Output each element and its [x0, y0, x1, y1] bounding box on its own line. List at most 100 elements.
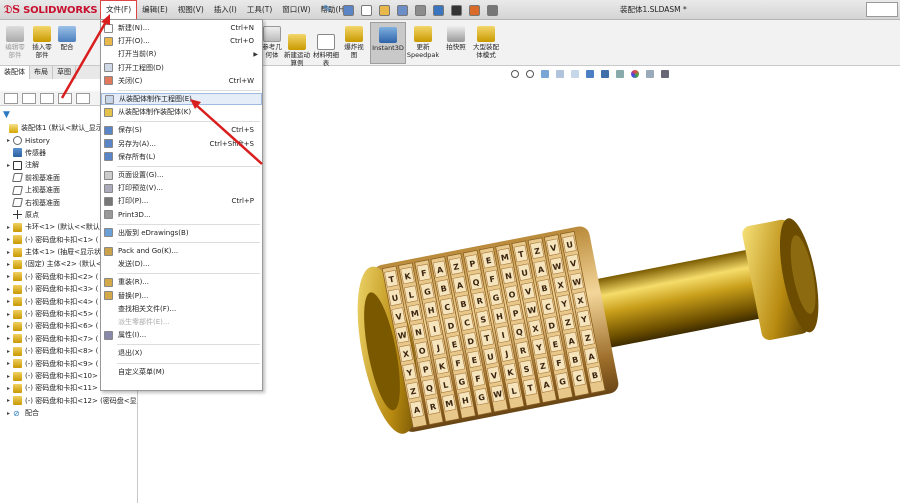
dynamic-annotation-icon[interactable] [570, 69, 580, 79]
file-menu-item[interactable]: 发送(D)... [101, 258, 262, 270]
command-tab-2[interactable]: 草图 [53, 66, 76, 79]
expand-arrow-icon[interactable]: ▸ [4, 335, 13, 342]
expand-arrow-icon[interactable]: ▸ [4, 311, 13, 318]
command-tab-0[interactable]: 装配体 [0, 66, 30, 79]
undo-icon[interactable] [430, 1, 446, 19]
expand-arrow-icon[interactable]: ▸ [4, 298, 13, 305]
expand-arrow-icon[interactable]: ▸ [4, 348, 13, 355]
print-icon[interactable] [412, 1, 428, 19]
expand-arrow-icon[interactable]: ▸ [4, 360, 13, 367]
file-menu-item[interactable]: Pack and Go(K)... [101, 245, 262, 257]
menu-3[interactable]: 插入(I) [209, 0, 242, 20]
zoom-to-area-icon[interactable] [525, 69, 535, 79]
save-icon[interactable] [394, 1, 410, 19]
file-menu-item[interactable]: 打印预览(V)... [101, 182, 262, 194]
expand-arrow-icon[interactable]: ▸ [4, 323, 13, 330]
display-style-icon[interactable] [600, 69, 610, 79]
update-speedpak-button[interactable]: 更新Speedpak [407, 26, 439, 59]
open-icon[interactable] [376, 1, 392, 19]
file-menu-item[interactable]: 属性(I)... [101, 329, 262, 341]
file-menu-item[interactable]: 重装(R)... [101, 276, 262, 288]
menu-bar: 文件(F) 编辑(E) 视图(V) 插入(I) 工具(T) 窗口(W) 帮助(H) [100, 0, 352, 20]
file-menu-item[interactable]: 页面设置(G)... [101, 169, 262, 181]
file-menu-item[interactable]: 打开(O)... Ctrl+O [101, 35, 262, 47]
part-icon [13, 222, 22, 232]
top-icon [9, 123, 18, 133]
file-menu-item[interactable]: 保存(S) Ctrl+S [101, 124, 262, 136]
expand-arrow-icon[interactable]: ▸ [4, 224, 13, 231]
edit-appearance-icon[interactable] [630, 69, 640, 79]
menu-5[interactable]: 窗口(W) [277, 0, 315, 20]
tree-node[interactable]: ▸ ⊘ 配合 [0, 407, 137, 419]
menu-1[interactable]: 编辑(E) [137, 0, 173, 20]
file-menu: 新建(N)... Ctrl+N 打开(O)... Ctrl+O 打开当前(R) ▶ 打开工程… [100, 19, 263, 391]
menu-0[interactable]: 文件(F) [100, 0, 138, 20]
search-input[interactable] [866, 2, 898, 17]
file-menu-item[interactable]: Print3D... [101, 209, 262, 221]
expand-arrow-icon[interactable]: ▸ [4, 137, 13, 144]
model-viewport[interactable]: TUVWXYZAKLMNOPQRFGHIJKLMABCDEFGHZABCDEFG… [345, 185, 845, 445]
file-menu-item[interactable]: 打开当前(R) ▶ [101, 48, 262, 60]
view-settings-icon[interactable] [660, 69, 670, 79]
expand-arrow-icon[interactable]: ▸ [4, 249, 13, 256]
file-menu-item[interactable]: 打印(P)... Ctrl+P [101, 195, 262, 207]
apply-scene-icon[interactable] [645, 69, 655, 79]
tree-node[interactable]: ▸ (-) 密码盘和卡扣<12> (密码盘<显 [0, 395, 137, 407]
expand-arrow-icon[interactable]: ▸ [4, 162, 13, 169]
menu-2[interactable]: 视图(V) [173, 0, 209, 20]
file-menu-item[interactable]: 保存所有(L) [101, 151, 262, 163]
expand-arrow-icon[interactable]: ▸ [4, 410, 13, 417]
bom-button[interactable]: 材料明细表 [313, 34, 339, 67]
expand-arrow-icon[interactable]: ▸ [4, 373, 13, 380]
display-manager-tab-icon[interactable] [76, 92, 90, 104]
pin-icon[interactable]: ✎ [323, 4, 333, 16]
solidworks-logo[interactable]: 𝔇S SOLIDWORKS [4, 2, 98, 18]
edit-component-button[interactable]: 编辑零部件 [4, 26, 26, 59]
property-manager-tab-icon[interactable] [22, 92, 36, 104]
reference-geometry-button[interactable]: 参考几何体 [260, 26, 284, 59]
view-orientation-icon[interactable] [585, 69, 595, 79]
file-menu-item[interactable]: 出版到 eDrawings(B) [101, 227, 262, 239]
snapshot-button[interactable]: 拍快照 [443, 26, 469, 51]
file-menu-item[interactable]: 从装配体制作装配体(K) [101, 106, 262, 118]
expand-arrow-icon[interactable]: ▸ [4, 273, 13, 280]
dimxpert-tab-icon[interactable] [58, 92, 72, 104]
large-assembly-button[interactable]: 大型装配体模式 [472, 26, 500, 59]
file-menu-item[interactable]: 替换(P)... [101, 290, 262, 302]
file-menu-item[interactable]: 打开工程图(D) [101, 62, 262, 74]
expand-arrow-icon[interactable]: ▸ [4, 397, 13, 404]
hide-show-items-icon[interactable] [615, 69, 625, 79]
file-menu-item[interactable]: 关闭(C) Ctrl+W [101, 75, 262, 87]
new-motion-study-button[interactable]: 新建运动算例 [284, 34, 310, 67]
file-menu-item[interactable]: 退出(X) [101, 347, 262, 359]
home-icon[interactable] [340, 1, 356, 19]
menu-4[interactable]: 工具(T) [242, 0, 277, 20]
file-menu-item[interactable]: 从装配体制作工程图(E) [101, 93, 262, 105]
select-icon[interactable] [448, 1, 464, 19]
file-menu-item[interactable]: 另存为(A)... Ctrl+Shift+S [101, 138, 262, 150]
file-menu-item[interactable]: 自定义菜单(M) [101, 366, 262, 378]
expand-arrow-icon[interactable]: ▸ [4, 385, 13, 392]
rebuild-icon[interactable] [466, 1, 482, 19]
zoom-to-fit-icon[interactable] [510, 69, 520, 79]
previous-view-icon[interactable] [540, 69, 550, 79]
expand-arrow-icon[interactable]: ▸ [4, 236, 13, 243]
section-view-icon[interactable] [555, 69, 565, 79]
options-icon[interactable] [484, 1, 500, 19]
filter-icon[interactable]: ▼ [3, 110, 15, 120]
new-document-icon[interactable] [358, 1, 374, 19]
expand-arrow-icon[interactable]: ▸ [4, 261, 13, 268]
title-bar: 𝔇S SOLIDWORKS 文件(F) 编辑(E) 视图(V) 插入(I) 工具(T) 窗… [0, 0, 900, 20]
feature-manager-tab-icon[interactable] [4, 92, 18, 104]
configuration-manager-tab-icon[interactable] [40, 92, 54, 104]
insert-component-button[interactable]: 插入零部件 [30, 26, 54, 59]
command-tab-1[interactable]: 布局 [30, 66, 53, 79]
mate-button[interactable]: 配合 [58, 26, 76, 51]
exploded-view-button[interactable]: 爆炸视图 [342, 26, 366, 59]
tree-node-label: 主体<1> (抽屉<显示状 [25, 248, 102, 257]
expand-arrow-icon[interactable]: ▸ [4, 286, 13, 293]
part-icon [13, 359, 22, 369]
instant3d-button[interactable]: Instant3D [370, 22, 406, 64]
file-menu-item[interactable]: 查找相关文件(F)... [101, 303, 262, 315]
file-menu-item[interactable]: 新建(N)... Ctrl+N [101, 22, 262, 34]
